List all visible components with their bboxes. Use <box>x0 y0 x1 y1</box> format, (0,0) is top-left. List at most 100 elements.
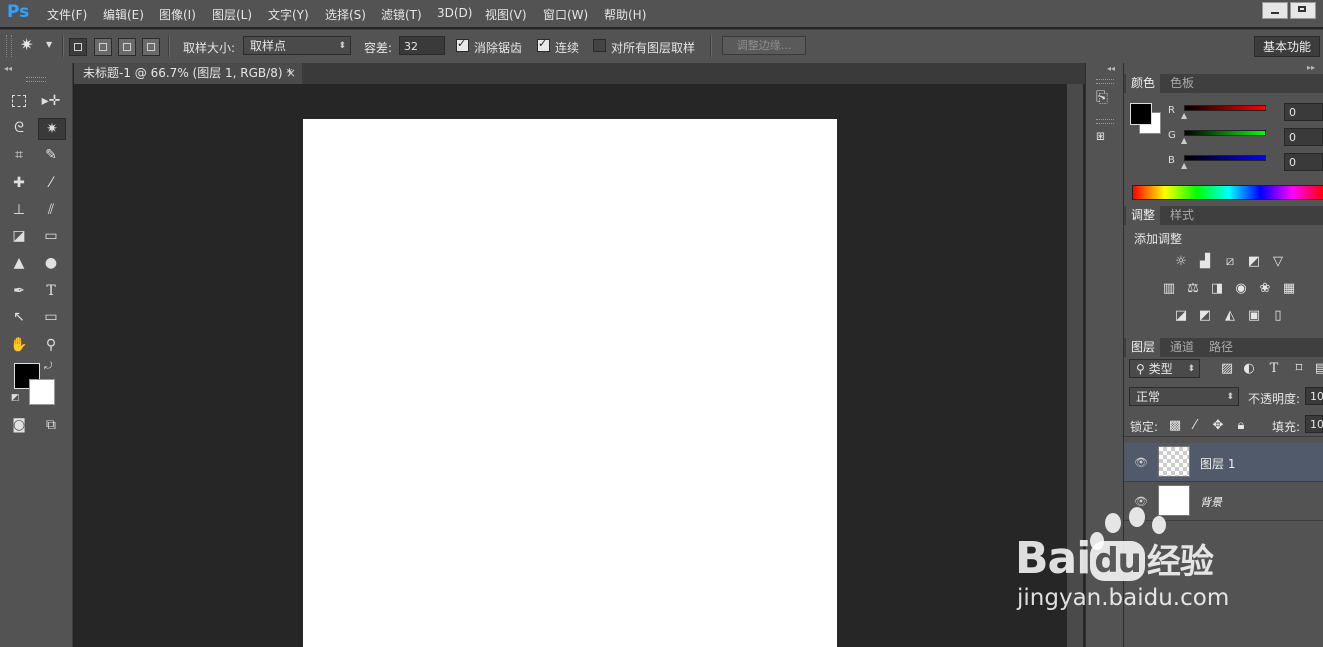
curves-icon[interactable]: ⧄ <box>1222 254 1238 270</box>
lock-transparent-icon[interactable]: ▩ <box>1167 418 1183 434</box>
history-icon[interactable]: ⎘ <box>1096 88 1108 106</box>
opacity-input[interactable]: 100 <box>1305 387 1323 405</box>
collapse-icon[interactable]: ◂◂ <box>4 64 12 73</box>
restore-button[interactable] <box>1290 2 1316 19</box>
menu-layer[interactable]: 图层(L) <box>212 6 252 23</box>
type-filter-icon[interactable]: T <box>1266 361 1282 377</box>
tab-color[interactable]: 颜色 <box>1126 74 1161 93</box>
vibrance-icon[interactable]: ▽ <box>1270 254 1286 270</box>
menu-help[interactable]: 帮助(H) <box>604 6 646 23</box>
slider-thumb-icon[interactable]: ▲ <box>1181 161 1187 170</box>
pixel-filter-icon[interactable]: ▨ <box>1219 361 1235 377</box>
posterize-icon[interactable]: ◩ <box>1197 308 1213 324</box>
background-color-swatch[interactable] <box>29 379 55 405</box>
tab-paths[interactable]: 路径 <box>1204 338 1238 357</box>
blend-mode-select[interactable]: 正常 ⬍ <box>1129 387 1239 406</box>
quick-mask-icon[interactable]: ◙ <box>8 415 30 435</box>
menu-view[interactable]: 视图(V) <box>485 6 527 23</box>
new-selection-button[interactable] <box>69 38 87 56</box>
grip-handle[interactable] <box>1096 119 1114 124</box>
dodge-tool-icon[interactable]: ● <box>40 253 62 273</box>
grip-handle[interactable] <box>1096 79 1114 84</box>
layer-row-background[interactable]: 👁︎ 背景 <box>1124 482 1323 521</box>
gradient-tool-icon[interactable]: ▭ <box>40 226 62 246</box>
eyedropper-tool-icon[interactable]: ✎ <box>40 145 62 165</box>
collapse-icon[interactable]: ◂◂ <box>1107 64 1115 73</box>
menu-type[interactable]: 文字(Y) <box>268 6 309 23</box>
visibility-eye-icon[interactable]: 👁︎ <box>1134 495 1148 508</box>
pen-tool-icon[interactable]: ✒ <box>8 281 30 301</box>
menu-window[interactable]: 窗口(W) <box>543 6 588 23</box>
slider-thumb-icon[interactable]: ▲ <box>1181 111 1187 120</box>
smart-object-filter-icon[interactable]: ▤ <box>1313 361 1323 377</box>
type-tool-icon[interactable]: T <box>40 281 62 301</box>
add-to-selection-button[interactable] <box>94 38 112 56</box>
lock-pixels-icon[interactable]: ⁄ <box>1187 418 1203 434</box>
sample-size-select[interactable]: 取样点 ⬍ <box>243 36 351 55</box>
channel-r-value[interactable]: 0 <box>1284 103 1323 121</box>
hand-tool-icon[interactable]: ✋ <box>8 335 30 355</box>
minimize-button[interactable] <box>1262 2 1288 19</box>
marquee-tool-icon[interactable] <box>8 91 30 111</box>
threshold-icon[interactable]: ◭ <box>1222 308 1238 324</box>
tolerance-input[interactable]: 32 <box>399 36 445 55</box>
slider-thumb-icon[interactable]: ▲ <box>1181 136 1187 145</box>
channel-b-value[interactable]: 0 <box>1284 153 1323 171</box>
lasso-tool-icon[interactable]: ᘓ <box>8 118 30 138</box>
collapse-icon[interactable]: ▸▸ <box>1307 63 1315 72</box>
tab-channels[interactable]: 通道 <box>1165 338 1199 357</box>
sample-all-layers-checkbox[interactable] <box>593 39 606 52</box>
blur-tool-icon[interactable]: ▲ <box>8 253 30 273</box>
color-lookup-icon[interactable]: ▦ <box>1281 281 1297 297</box>
menu-image[interactable]: 图像(I) <box>159 6 196 23</box>
brush-tool-icon[interactable]: ⁄ <box>40 173 62 193</box>
channel-g-value[interactable]: 0 <box>1284 128 1323 146</box>
properties-icon[interactable]: ⧆ <box>1096 128 1105 144</box>
hue-saturation-icon[interactable]: ▥ <box>1161 281 1177 297</box>
tab-swatches[interactable]: 色板 <box>1165 74 1199 93</box>
path-selection-tool-icon[interactable]: ↖ <box>8 307 30 327</box>
channel-g-slider[interactable] <box>1184 130 1266 136</box>
selective-color-icon[interactable]: ▣ <box>1246 308 1262 324</box>
channel-r-slider[interactable] <box>1184 105 1266 111</box>
lock-all-icon[interactable]: 🔒︎ <box>1233 418 1249 434</box>
visibility-eye-icon[interactable]: 👁︎ <box>1134 456 1148 469</box>
grip-handle[interactable] <box>6 35 12 57</box>
crop-tool-icon[interactable]: ⌗ <box>8 145 30 165</box>
history-brush-tool-icon[interactable]: ⫽ <box>40 200 62 220</box>
layer-row-layer1[interactable]: 👁︎ 图层 1 <box>1124 443 1323 482</box>
magic-wand-preset-icon[interactable]: ✷ <box>20 35 33 54</box>
adjustment-filter-icon[interactable]: ◐ <box>1241 361 1257 377</box>
subtract-from-selection-button[interactable] <box>118 38 136 56</box>
foreground-color-swatch[interactable] <box>1130 103 1152 125</box>
channel-mixer-icon[interactable]: ❀ <box>1257 281 1273 297</box>
anti-alias-checkbox[interactable] <box>456 37 469 52</box>
invert-icon[interactable]: ◪ <box>1173 308 1189 324</box>
document-canvas[interactable] <box>303 119 837 647</box>
brightness-contrast-icon[interactable]: ☼ <box>1173 254 1189 270</box>
magic-wand-tool-icon[interactable]: ✷ <box>38 118 66 140</box>
contiguous-checkbox[interactable] <box>537 37 550 52</box>
layer-name[interactable]: 背景 <box>1200 494 1222 510</box>
eraser-tool-icon[interactable]: ◪ <box>8 226 30 246</box>
color-spectrum[interactable] <box>1132 185 1323 200</box>
swap-colors-icon[interactable]: ⤾ <box>44 361 52 372</box>
default-colors-icon[interactable]: ◩ <box>11 393 20 403</box>
rectangle-tool-icon[interactable]: ▭ <box>40 307 62 327</box>
tab-styles[interactable]: 样式 <box>1165 206 1199 225</box>
tab-adjustments[interactable]: 调整 <box>1126 206 1161 225</box>
refine-edge-button[interactable]: 调整边缘... <box>722 36 806 55</box>
lock-position-icon[interactable]: ✥ <box>1210 418 1226 434</box>
zoom-tool-icon[interactable]: ⚲ <box>40 335 62 355</box>
levels-icon[interactable]: ▟ <box>1197 254 1213 270</box>
spot-healing-tool-icon[interactable]: ✚ <box>8 173 30 193</box>
menu-filter[interactable]: 滤镜(T) <box>381 6 422 23</box>
color-balance-icon[interactable]: ⚖ <box>1185 281 1201 297</box>
menu-3d[interactable]: 3D(D) <box>437 6 472 20</box>
fill-input[interactable]: 100 <box>1305 415 1323 433</box>
shape-filter-icon[interactable]: ⌑ <box>1291 361 1307 377</box>
layer-name[interactable]: 图层 1 <box>1200 455 1235 472</box>
gradient-map-icon[interactable]: ▯ <box>1270 308 1286 324</box>
exposure-icon[interactable]: ◩ <box>1246 254 1262 270</box>
chevron-down-icon[interactable]: ▼ <box>46 40 52 49</box>
